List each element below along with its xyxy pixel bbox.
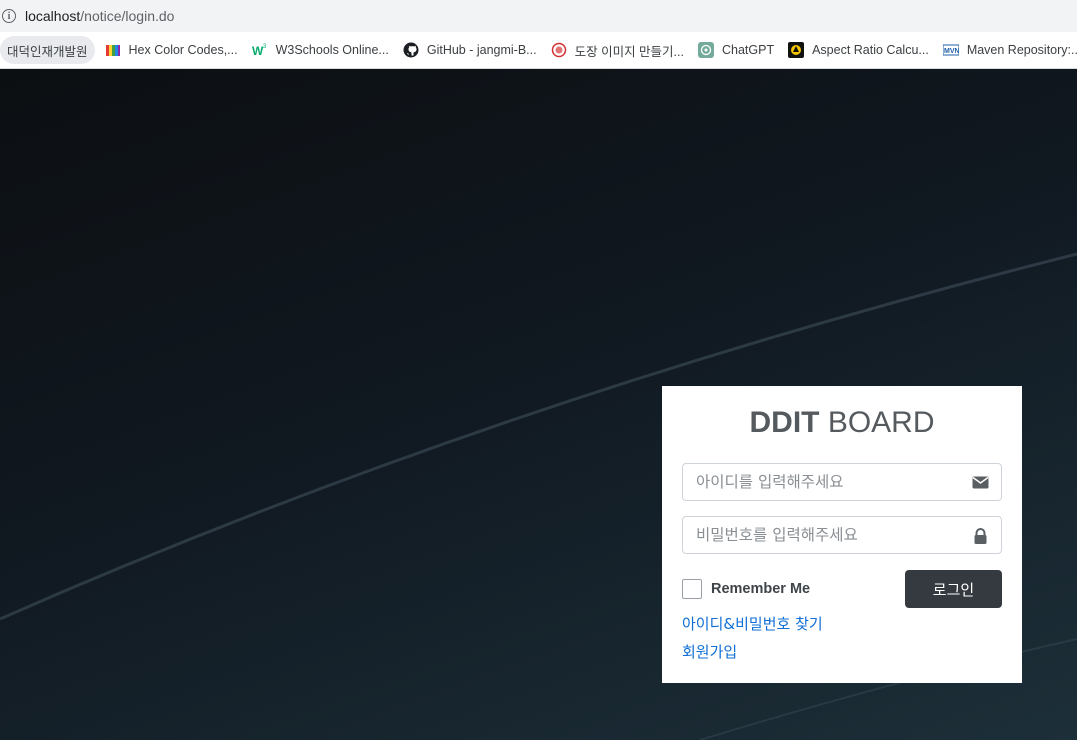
logo-rest: BOARD [819, 406, 935, 439]
w3schools-icon: W 3 [252, 44, 267, 58]
bookmark-item[interactable]: GitHub - jangmi-B... [403, 36, 537, 64]
bookmark-label: 대덕인재개발원 [7, 44, 88, 59]
chatgpt-icon [697, 42, 714, 58]
auth-links: 아이디&비밀번호 찾기 회원가입 [682, 610, 1002, 666]
color-palette-icon [105, 45, 120, 56]
id-input[interactable] [683, 464, 1001, 500]
lock-icon [974, 528, 987, 544]
envelope-icon [972, 476, 989, 489]
find-account-link[interactable]: 아이디&비밀번호 찾기 [682, 610, 1002, 638]
bookmark-item[interactable]: W 3 W3Schools Online... [252, 36, 389, 64]
id-field [682, 463, 1002, 501]
bookmark-item[interactable]: 대덕인재개발원 [0, 36, 95, 64]
bookmark-item[interactable]: 도장 이미지 만들기... [551, 36, 684, 64]
url-path: /notice/login.do [80, 8, 175, 24]
maven-icon: MVN [942, 44, 959, 56]
login-card: DDIT BOARD Remember Me 로그인 아이디&비밀번호 찾기 회… [662, 386, 1022, 683]
url-text[interactable]: localhost/notice/login.do [25, 8, 174, 24]
remember-checkbox[interactable] [682, 579, 702, 599]
bookmarks-bar: 대덕인재개발원 Hex Color Codes,... W 3 W3School… [0, 32, 1077, 69]
remember-row: Remember Me 로그인 [682, 570, 1002, 608]
url-host: localhost [25, 8, 81, 24]
svg-text:3: 3 [263, 44, 267, 50]
aspect-ratio-icon [788, 42, 805, 58]
bookmark-label: GitHub - jangmi-B... [426, 43, 537, 57]
bookmark-label: Aspect Ratio Calcu... [812, 43, 929, 57]
bookmark-item[interactable]: MVN Maven Repository:... [942, 36, 1077, 64]
password-field [682, 516, 1002, 554]
address-bar[interactable]: i localhost/notice/login.do [0, 0, 1077, 32]
bookmark-label: ChatGPT [721, 43, 775, 57]
bookmark-label: Maven Repository:... [966, 43, 1077, 57]
bookmark-label: Hex Color Codes,... [128, 43, 238, 57]
github-icon [403, 42, 419, 58]
bookmark-label: W3Schools Online... [275, 43, 389, 57]
svg-text:MVN: MVN [944, 48, 959, 55]
bookmark-label: 도장 이미지 만들기... [574, 44, 684, 59]
board-logo: DDIT BOARD [682, 406, 1002, 440]
logo-bold: DDIT [749, 406, 820, 439]
remember-label: Remember Me [711, 581, 811, 597]
bookmark-item[interactable]: Hex Color Codes,... [105, 36, 238, 64]
login-button[interactable]: 로그인 [905, 570, 1002, 608]
bookmark-item[interactable]: ChatGPT [697, 36, 775, 64]
password-input[interactable] [683, 517, 1001, 553]
signup-link[interactable]: 회원가입 [682, 638, 1002, 666]
stamp-icon [551, 42, 566, 58]
remember-me[interactable]: Remember Me [682, 579, 810, 599]
site-info-icon[interactable]: i [2, 9, 16, 23]
bookmark-item[interactable]: Aspect Ratio Calcu... [788, 36, 929, 64]
